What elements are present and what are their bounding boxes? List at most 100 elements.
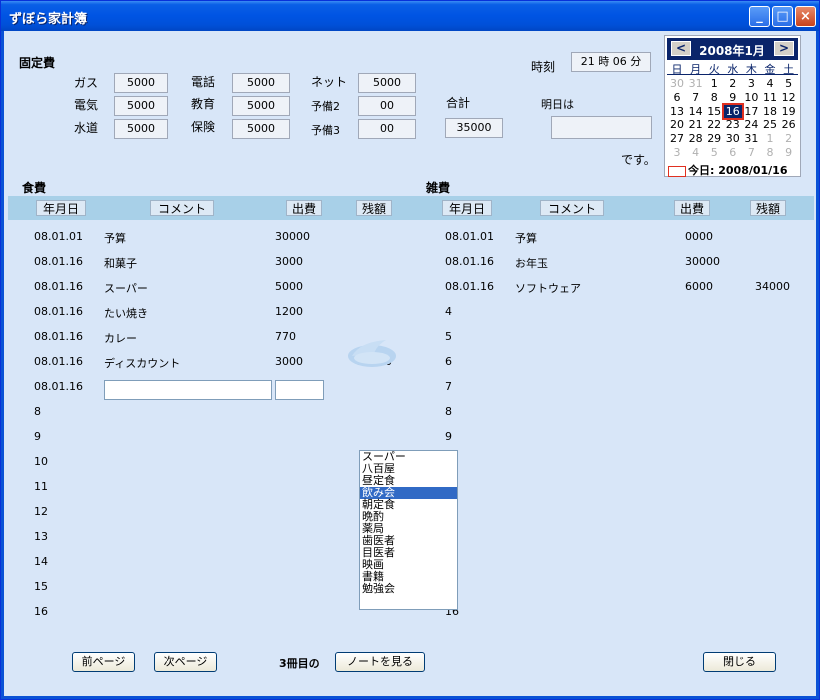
fixed-value-field[interactable]: 5000 xyxy=(114,73,168,93)
calendar-day[interactable]: 6 xyxy=(668,91,686,104)
calendar-day[interactable]: 2 xyxy=(724,77,742,90)
calendar-weekday: 日 xyxy=(671,63,683,76)
calendar-day[interactable]: 30 xyxy=(668,77,686,90)
calendar-header: < 2008年1月 > xyxy=(667,38,798,60)
calendar-day[interactable]: 31 xyxy=(687,77,705,90)
calendar-day[interactable]: 1 xyxy=(705,77,723,90)
row-number: 4 xyxy=(445,305,452,318)
calendar-day[interactable]: 6 xyxy=(724,146,742,159)
calendar-day[interactable]: 9 xyxy=(780,146,798,159)
close-button[interactable]: 閉じる xyxy=(703,652,776,672)
misc-col-date: 年月日 xyxy=(442,200,492,216)
row-comment: 予算 xyxy=(515,232,537,245)
fixed-value-field[interactable]: 5000 xyxy=(232,119,290,139)
calendar-day[interactable]: 2 xyxy=(780,132,798,145)
calendar-day[interactable]: 4 xyxy=(687,146,705,159)
row-date: 08.01.16 xyxy=(34,355,83,368)
calendar-day[interactable]: 21 xyxy=(687,118,705,131)
calendar-prev-button[interactable]: < xyxy=(671,41,691,56)
ledger-header-bar: 年月日 コメント 出費 残額 年月日 コメント 出費 残額 xyxy=(8,196,814,220)
calendar-day[interactable]: 12 xyxy=(780,91,798,104)
comment-input[interactable] xyxy=(104,380,272,400)
calendar-day[interactable]: 5 xyxy=(780,77,798,90)
calendar-day[interactable]: 20 xyxy=(668,118,686,131)
row-number: 12 xyxy=(34,505,48,518)
row-number: 10 xyxy=(34,455,48,468)
clock-label: 時刻 xyxy=(531,60,556,74)
calendar-day[interactable]: 26 xyxy=(780,118,798,131)
row-date: 08.01.16 xyxy=(34,380,83,393)
calendar-day[interactable]: 5 xyxy=(705,146,723,159)
view-note-button[interactable]: ノートを見る xyxy=(335,652,425,672)
calendar-day[interactable]: 29 xyxy=(705,132,723,145)
calendar-day[interactable]: 3 xyxy=(668,146,686,159)
tomorrow-field[interactable] xyxy=(551,116,652,139)
fixed-value-field[interactable]: 5000 xyxy=(358,73,416,93)
calendar-day[interactable]: 16 xyxy=(721,102,744,120)
calendar-day[interactable]: 4 xyxy=(761,77,779,90)
calendar-day[interactable]: 7 xyxy=(687,91,705,104)
calendar-day[interactable]: 13 xyxy=(668,105,686,118)
row-amount: 30000 xyxy=(685,255,720,268)
row-amount: 3000 xyxy=(275,255,303,268)
calendar-weekday: 火 xyxy=(708,63,720,76)
close-window-button[interactable]: × xyxy=(795,6,816,27)
calendar-day[interactable]: 15 xyxy=(705,105,723,118)
row-date: 08.01.16 xyxy=(445,255,494,268)
calendar-day[interactable]: 30 xyxy=(724,132,742,145)
comment-suggestion-list[interactable]: スーパー 八百屋 昼定食 飲み会 朝定食 晩酌 薬局 歯医者 目医者 映画 書籍 勉強会 xyxy=(359,450,458,610)
list-item[interactable]: 勉強会 xyxy=(360,583,457,595)
calendar-day[interactable]: 17 xyxy=(742,105,760,118)
calendar[interactable]: < 2008年1月 > 日月火水木金土 30 31 1 2 3 4 5 6 7 8 9 10 11 12 1… xyxy=(664,35,801,177)
prev-page-button[interactable]: 前ページ xyxy=(72,652,135,672)
notebook-label: 3冊目の xyxy=(279,657,320,670)
calendar-day[interactable]: 31 xyxy=(742,132,760,145)
calendar-weekday: 土 xyxy=(783,63,795,76)
clock-value: 21 時 06 分 xyxy=(571,52,651,72)
calendar-day[interactable]: 10 xyxy=(742,91,760,104)
row-number: 14 xyxy=(34,555,48,568)
title-bar[interactable]: ずぼら家計簿 _ □ × xyxy=(1,1,819,31)
calendar-day[interactable]: 14 xyxy=(687,105,705,118)
today-marker-icon xyxy=(668,165,686,177)
calendar-day[interactable]: 11 xyxy=(761,91,779,104)
calendar-day[interactable]: 9 xyxy=(724,91,742,104)
misc-col-comment: コメント xyxy=(540,200,604,216)
fixed-value-field[interactable]: 5000 xyxy=(114,119,168,139)
row-amount: 1200 xyxy=(275,305,303,318)
calendar-day[interactable]: 1 xyxy=(761,132,779,145)
calendar-day[interactable]: 18 xyxy=(761,105,779,118)
calendar-day[interactable]: 7 xyxy=(742,146,760,159)
amount-input[interactable] xyxy=(275,380,324,400)
fixed-value-field[interactable]: 5000 xyxy=(232,96,290,116)
calendar-day[interactable]: 3 xyxy=(742,77,760,90)
calendar-day[interactable]: 19 xyxy=(780,105,798,118)
row-number: 16 xyxy=(34,605,48,618)
fixed-value-field[interactable]: 00 xyxy=(358,119,416,139)
calendar-day[interactable]: 25 xyxy=(761,118,779,131)
calendar-day[interactable]: 23 xyxy=(724,118,742,131)
minimize-button[interactable]: _ xyxy=(749,6,770,27)
calendar-weekday: 木 xyxy=(745,63,757,76)
row-date: 08.01.16 xyxy=(34,280,83,293)
row-number: 6 xyxy=(445,355,452,368)
row-amount: 3000 xyxy=(275,355,303,368)
calendar-day[interactable]: 8 xyxy=(705,91,723,104)
calendar-next-button[interactable]: > xyxy=(774,41,794,56)
calendar-today[interactable]: 今日: 2008/01/16 xyxy=(668,162,788,178)
maximize-button[interactable]: □ xyxy=(772,6,793,27)
next-page-button[interactable]: 次ページ xyxy=(154,652,217,672)
row-amount: 30000 xyxy=(275,230,310,243)
fixed-value-field[interactable]: 00 xyxy=(358,96,416,116)
calendar-day[interactable]: 27 xyxy=(668,132,686,145)
calendar-weekday: 金 xyxy=(764,63,776,76)
fixed-value-field[interactable]: 5000 xyxy=(232,73,290,93)
row-number: 5 xyxy=(445,330,452,343)
calendar-day[interactable]: 22 xyxy=(705,118,723,131)
calendar-day[interactable]: 24 xyxy=(742,118,760,131)
row-amount: 5000 xyxy=(275,280,303,293)
calendar-day[interactable]: 28 xyxy=(687,132,705,145)
fixed-value-field[interactable]: 5000 xyxy=(114,96,168,116)
calendar-day[interactable]: 8 xyxy=(761,146,779,159)
misc-col-balance: 残額 xyxy=(750,200,786,216)
